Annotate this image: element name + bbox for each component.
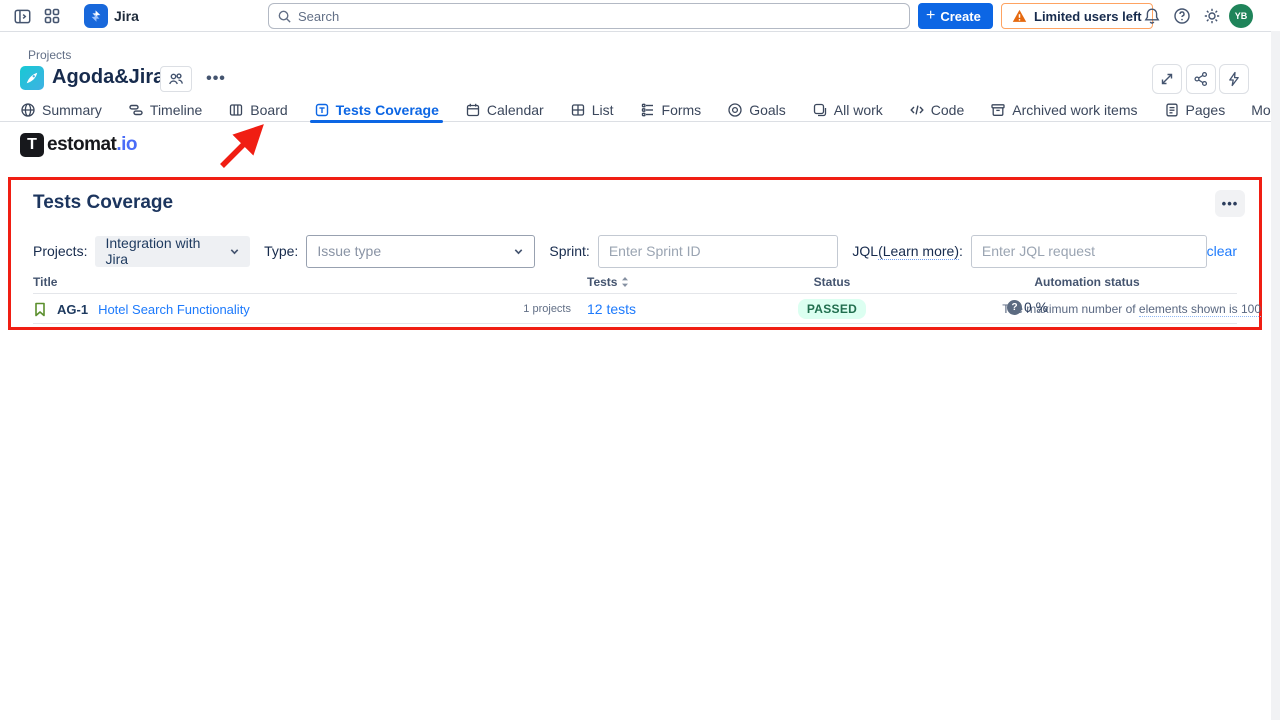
- bookmark-icon: [33, 302, 47, 317]
- chevron-down-icon: [513, 246, 524, 257]
- tests-coverage-panel: Tests Coverage ••• Projects: Integration…: [8, 177, 1262, 330]
- tab-forms[interactable]: Forms: [640, 98, 702, 122]
- testomat-logo: T estomat.io: [20, 133, 137, 157]
- team-members-button[interactable]: [160, 66, 192, 92]
- tab-timeline[interactable]: Timeline: [128, 98, 202, 122]
- column-header-tests[interactable]: Tests: [587, 275, 727, 289]
- tab-calendar[interactable]: Calendar: [465, 98, 544, 122]
- table-row: AG-1 Hotel Search Functionality 1 projec…: [33, 294, 1237, 324]
- project-title: Agoda&Jira: [52, 66, 164, 89]
- tab-all-work[interactable]: All work: [812, 98, 883, 122]
- code-icon: [909, 102, 925, 118]
- issue-type-select[interactable]: Issue type: [306, 235, 535, 268]
- vertical-scrollbar[interactable]: [1271, 31, 1280, 720]
- tab-pages[interactable]: Pages: [1164, 98, 1226, 122]
- testomat-tab-icon: [314, 102, 330, 118]
- notifications-bell-icon[interactable]: [1140, 4, 1164, 28]
- column-header-automation: Automation status: [937, 275, 1237, 289]
- column-header-status: Status: [727, 275, 937, 289]
- jql-filter-label: JQL(Learn more):: [852, 243, 963, 259]
- target-icon: [727, 102, 743, 118]
- user-avatar[interactable]: YB: [1229, 4, 1253, 28]
- sidebar-toggle-icon[interactable]: [10, 4, 34, 28]
- globe-icon: [20, 102, 36, 118]
- global-search[interactable]: [268, 3, 910, 29]
- create-button[interactable]: + Create: [918, 3, 993, 29]
- sort-icon: [621, 276, 629, 288]
- projects-filter-label: Projects:: [33, 243, 87, 259]
- panel-more-button[interactable]: •••: [1215, 190, 1245, 217]
- all-work-icon: [812, 102, 828, 118]
- board-icon: [228, 102, 244, 118]
- project-tab-bar: Summary Timeline Board Tests Coverage Ca…: [0, 98, 1280, 122]
- app-name: Jira: [114, 8, 139, 24]
- issue-title-link[interactable]: Hotel Search Functionality: [98, 302, 250, 317]
- forms-icon: [640, 102, 656, 118]
- jira-logo[interactable]: [84, 4, 108, 28]
- jql-learn-more-link[interactable]: (Learn more): [878, 243, 959, 260]
- projects-count: 1 projects: [497, 303, 587, 315]
- archive-icon: [990, 102, 1006, 118]
- table-header: Title Tests Status Automation status: [33, 270, 1237, 294]
- table-icon: [570, 102, 586, 118]
- search-icon: [277, 9, 292, 24]
- question-tooltip-icon[interactable]: ?: [1007, 300, 1022, 315]
- breadcrumb[interactable]: Projects: [28, 48, 71, 62]
- top-navigation: Jira + Create Limited users left YB: [0, 0, 1280, 32]
- jql-input[interactable]: [971, 235, 1207, 268]
- page-icon: [1164, 102, 1180, 118]
- tab-tests-coverage[interactable]: Tests Coverage: [314, 98, 439, 122]
- type-filter-label: Type:: [264, 243, 298, 259]
- clear-filters-link[interactable]: clear: [1207, 243, 1237, 259]
- automation-percentage: 0 %: [1024, 299, 1048, 315]
- sprint-id-input[interactable]: [598, 235, 839, 268]
- column-header-title: Title: [33, 275, 497, 289]
- tab-code[interactable]: Code: [909, 98, 964, 122]
- tab-list[interactable]: List: [570, 98, 614, 122]
- tab-archived-work-items[interactable]: Archived work items: [990, 98, 1137, 122]
- automation-lightning-icon[interactable]: [1219, 64, 1249, 94]
- warning-icon: [1012, 9, 1027, 23]
- search-input[interactable]: [298, 9, 901, 24]
- app-switcher-icon[interactable]: [40, 4, 64, 28]
- timeline-icon: [128, 102, 144, 118]
- settings-gear-icon[interactable]: [1200, 4, 1224, 28]
- chevron-down-icon: [229, 246, 240, 257]
- tab-summary[interactable]: Summary: [20, 98, 102, 122]
- sprint-filter-label: Sprint:: [549, 243, 589, 259]
- testomat-logo-mark: T: [20, 133, 44, 157]
- help-icon[interactable]: [1170, 4, 1194, 28]
- annotation-arrow: [205, 116, 277, 176]
- limited-users-button[interactable]: Limited users left: [1001, 3, 1153, 29]
- status-badge: PASSED: [798, 299, 866, 319]
- tab-goals[interactable]: Goals: [727, 98, 786, 122]
- panel-title: Tests Coverage: [33, 192, 173, 214]
- project-more-icon[interactable]: •••: [202, 66, 230, 92]
- filters-row: Projects: Integration with Jira Type: Is…: [33, 234, 1237, 268]
- tests-count-link[interactable]: 12 tests: [587, 301, 727, 317]
- fullscreen-icon[interactable]: [1152, 64, 1182, 94]
- calendar-icon: [465, 102, 481, 118]
- projects-dropdown[interactable]: Integration with Jira: [95, 236, 250, 267]
- tab-board[interactable]: Board: [228, 98, 287, 122]
- project-avatar: [20, 66, 44, 90]
- share-icon[interactable]: [1186, 64, 1216, 94]
- issue-key[interactable]: AG-1: [57, 302, 88, 317]
- plus-icon: +: [926, 8, 935, 24]
